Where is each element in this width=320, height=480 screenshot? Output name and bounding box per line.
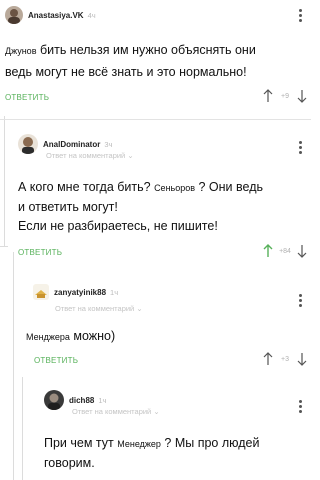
comment-text-line: ведь могут не всё знать и это нормально! bbox=[5, 65, 247, 79]
username[interactable]: zanyatyinik88 bbox=[54, 288, 106, 297]
reply-to-label: Ответ на комментарий bbox=[72, 407, 152, 416]
comment-text: А кого мне тогда бить? Сеньоров ? Они ве… bbox=[18, 178, 263, 198]
comment-item: dich88 1ч Ответ на комментарий ⌄ При чем… bbox=[0, 380, 311, 480]
arrow-down-icon[interactable] bbox=[297, 89, 307, 103]
arrow-up-icon[interactable] bbox=[263, 244, 273, 258]
avatar[interactable] bbox=[5, 6, 23, 24]
score: +9 bbox=[281, 92, 289, 100]
avatar[interactable] bbox=[44, 390, 64, 410]
reply-button[interactable]: ОТВЕТИТЬ bbox=[5, 93, 49, 102]
reply-button[interactable]: ОТВЕТИТЬ bbox=[18, 248, 62, 257]
comment-text-part: ? Мы про людей bbox=[160, 436, 260, 450]
timestamp: 1ч bbox=[110, 287, 119, 297]
vote-control: +3 bbox=[263, 352, 307, 366]
comment-text: При чем тут Менеджер ? Мы про людей bbox=[44, 434, 259, 454]
comment-text-small: Джунов bbox=[5, 46, 37, 56]
comment-text: Менджера можно) bbox=[26, 327, 115, 347]
chevron-down-icon: ⌄ bbox=[153, 407, 160, 416]
timestamp: 4ч bbox=[87, 10, 96, 20]
reply-to-label: Ответ на комментарий bbox=[55, 304, 135, 313]
chevron-down-icon: ⌄ bbox=[127, 151, 134, 160]
score: +3 bbox=[281, 355, 289, 363]
comment-text-part: бить нельзя им нужно объяснять они bbox=[36, 43, 256, 57]
arrow-up-icon[interactable] bbox=[263, 89, 273, 103]
comment-header: Anastasiya.VK 4ч bbox=[5, 6, 96, 24]
comment-text: Джунов бить нельзя им нужно объяснять он… bbox=[5, 41, 256, 61]
username[interactable]: AnalDominator bbox=[43, 140, 100, 149]
reply-to-link[interactable]: Ответ на комментарий ⌄ bbox=[46, 151, 134, 160]
comment-item: zanyatyinik88 1ч Ответ на комментарий ⌄ … bbox=[0, 270, 311, 380]
comment-text-part: А кого мне тогда бить? bbox=[18, 180, 155, 194]
comment-item: AnalDominator 3ч Ответ на комментарий ⌄ … bbox=[0, 120, 311, 258]
avatar[interactable] bbox=[33, 284, 49, 300]
reply-to-label: Ответ на комментарий bbox=[46, 151, 126, 160]
comment-text-line: Если не разбираетесь, не пишите! bbox=[18, 219, 218, 233]
comment-header: zanyatyinik88 1ч bbox=[33, 284, 118, 300]
more-vertical-icon[interactable] bbox=[299, 9, 302, 22]
username[interactable]: dich88 bbox=[69, 396, 94, 405]
reply-to-link[interactable]: Ответ на комментарий ⌄ bbox=[55, 304, 143, 313]
avatar[interactable] bbox=[18, 134, 38, 154]
timestamp: 3ч bbox=[104, 139, 113, 149]
comment-text-part: ? Они ведь bbox=[195, 180, 264, 194]
comment-text-part: При чем тут bbox=[44, 436, 118, 450]
reply-to-link[interactable]: Ответ на комментарий ⌄ bbox=[72, 407, 160, 416]
username[interactable]: Anastasiya.VK bbox=[28, 11, 84, 20]
vote-control: +84 bbox=[263, 244, 307, 258]
arrow-down-icon[interactable] bbox=[297, 352, 307, 366]
more-vertical-icon[interactable] bbox=[299, 294, 302, 307]
arrow-down-icon[interactable] bbox=[297, 244, 307, 258]
comment-text-part: можно) bbox=[69, 329, 116, 343]
comment-text-line: говорим. bbox=[44, 456, 95, 470]
vote-control: +9 bbox=[263, 89, 307, 103]
score: +84 bbox=[279, 247, 291, 255]
chevron-down-icon: ⌄ bbox=[136, 304, 143, 313]
comment-item: Anastasiya.VK 4ч Джунов бить нельзя им н… bbox=[0, 0, 311, 120]
more-vertical-icon[interactable] bbox=[299, 141, 302, 154]
timestamp: 1ч bbox=[98, 395, 107, 405]
comment-text-line: и ответить могут! bbox=[18, 200, 118, 214]
comment-text-small: Менджера bbox=[26, 332, 70, 342]
arrow-up-icon[interactable] bbox=[263, 352, 273, 366]
reply-button[interactable]: ОТВЕТИТЬ bbox=[34, 356, 78, 365]
comment-text-small: Менеджер bbox=[117, 439, 161, 449]
comment-text-small: Сеньоров bbox=[154, 183, 196, 193]
more-vertical-icon[interactable] bbox=[299, 400, 302, 413]
